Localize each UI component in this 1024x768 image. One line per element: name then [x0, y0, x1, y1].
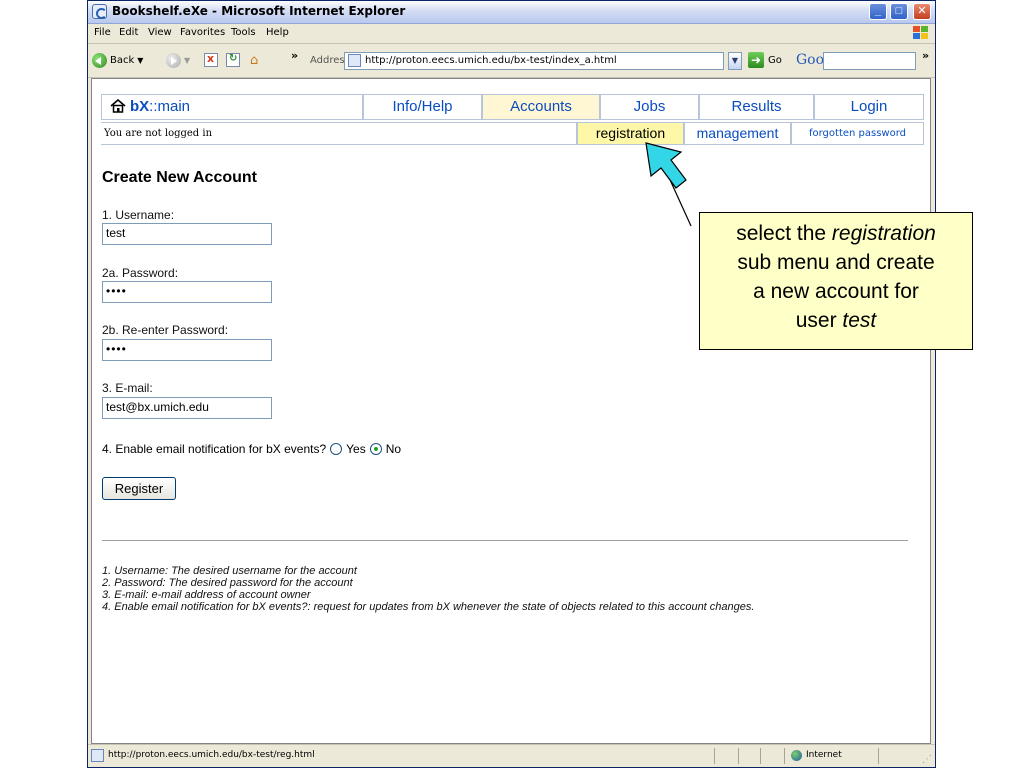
callout-test-em: test	[842, 309, 877, 332]
callout-registration-em: registration	[831, 222, 936, 245]
annotation-callout: select the registration sub menu and cre…	[699, 212, 973, 350]
annotation-overlay	[645, 142, 692, 227]
callout-line-1: select the registration	[700, 219, 972, 248]
callout-line-3: a new account for	[753, 280, 919, 303]
callout-line-4: user test	[700, 306, 972, 335]
callout-line-1-text: select the	[736, 222, 832, 245]
callout-line-2: sub menu and create	[737, 251, 935, 274]
callout-line-4-text: user	[795, 309, 843, 332]
cursor-arrow-icon	[645, 142, 687, 189]
